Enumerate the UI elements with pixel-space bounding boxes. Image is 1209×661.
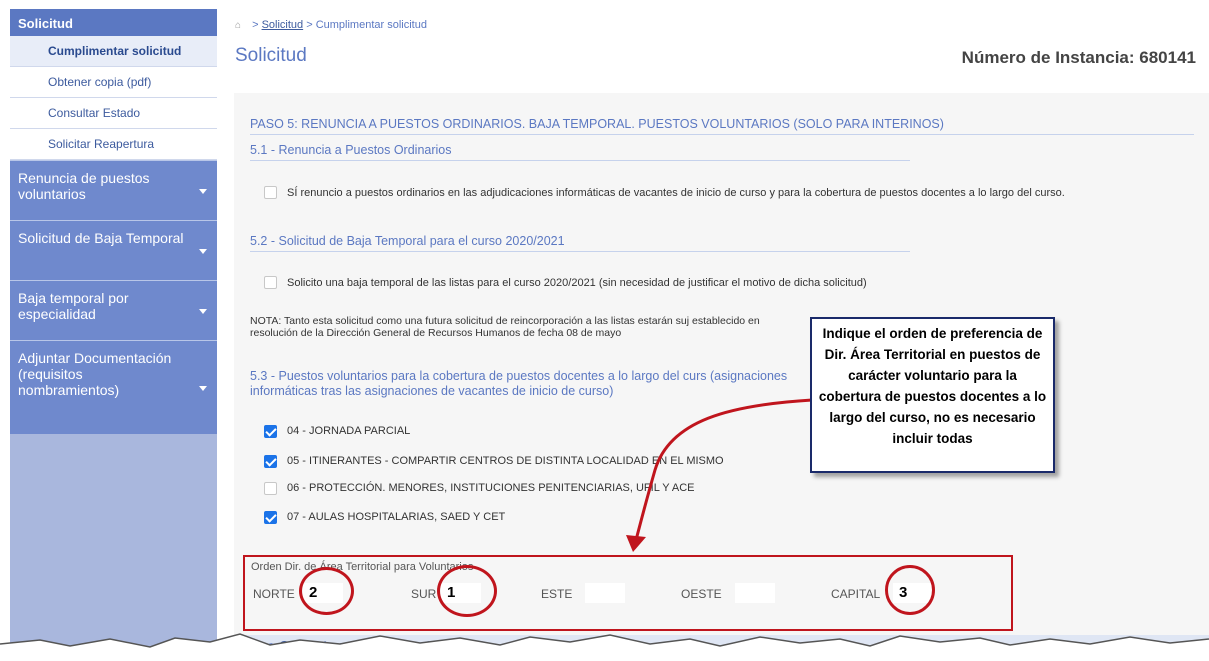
- este-input[interactable]: [585, 583, 625, 603]
- norte-label: NORTE: [253, 587, 295, 601]
- sidebar-group-label: Solicitud de Baja Temporal: [18, 230, 184, 246]
- voluntario-row-05[interactable]: 05 - ITINERANTES - COMPARTIR CENTROS DE …: [264, 455, 724, 468]
- sidebar-group-label: Adjuntar Documentación (requisitos nombr…: [18, 350, 172, 398]
- voluntario-label: 05 - ITINERANTES - COMPARTIR CENTROS DE …: [287, 455, 724, 467]
- home-icon[interactable]: ⌂: [235, 20, 245, 31]
- renuncia-label: SÍ renuncio a puestos ordinarios en las …: [287, 187, 1065, 199]
- annotation-circle: [885, 565, 935, 615]
- annotation-callout: Indique el orden de preferencia de Dir. …: [810, 317, 1055, 473]
- annotation-circle: [437, 565, 497, 617]
- este-label: ESTE: [541, 587, 573, 601]
- sidebar-group-baja-especialidad[interactable]: Baja temporal por especialidad: [10, 280, 217, 340]
- torn-edge-decoration: [0, 633, 1209, 661]
- instance-number: Número de Instancia: 680141: [961, 48, 1196, 67]
- section-5-1-title: 5.1 - Renuncia a Puestos Ordinarios: [250, 143, 910, 161]
- section-5-3-title: 5.3 - Puestos voluntarios para la cobert…: [250, 369, 788, 398]
- oeste-input[interactable]: [735, 583, 775, 603]
- voluntario-label: 06 - PROTECCIÓN. MENORES, INSTITUCIONES …: [287, 482, 695, 494]
- voluntario-checkbox[interactable]: [264, 511, 277, 524]
- sidebar-group-label: Baja temporal por especialidad: [18, 290, 129, 322]
- form-panel: PASO 5: RENUNCIA A PUESTOS ORDINARIOS. B…: [234, 93, 1209, 661]
- voluntario-checkbox[interactable]: [264, 482, 277, 495]
- renuncia-checkbox[interactable]: [264, 186, 277, 199]
- baja-label: Solicito una baja temporal de las listas…: [287, 277, 867, 289]
- chevron-down-icon: [199, 188, 207, 194]
- voluntario-checkbox[interactable]: [264, 425, 277, 438]
- orden-label: Orden Dir. de Área Territorial para Volu…: [251, 561, 474, 573]
- step-title: PASO 5: RENUNCIA A PUESTOS ORDINARIOS. B…: [250, 117, 1194, 135]
- capital-label: CAPITAL: [831, 587, 881, 601]
- sidebar-group-renuncia[interactable]: Renuncia de puestos voluntarios: [10, 160, 217, 220]
- sidebar-group-adjuntar[interactable]: Adjuntar Documentación (requisitos nombr…: [10, 340, 217, 434]
- sidebar-item-cumplimentar[interactable]: Cumplimentar solicitud: [10, 36, 217, 67]
- oeste-label: OESTE: [681, 587, 722, 601]
- sidebar-item-consultar-estado[interactable]: Consultar Estado: [10, 98, 217, 129]
- chevron-down-icon: [199, 248, 207, 254]
- chevron-down-icon: [199, 308, 207, 314]
- sidebar: Solicitud Cumplimentar solicitud Obtener…: [10, 9, 217, 661]
- sidebar-group-label: Renuncia de puestos voluntarios: [18, 170, 150, 202]
- voluntario-row-07[interactable]: 07 - AULAS HOSPITALARIAS, SAED Y CET: [264, 511, 505, 524]
- breadcrumb-separator: >: [306, 19, 313, 31]
- sidebar-group-baja-temporal[interactable]: Solicitud de Baja Temporal: [10, 220, 217, 280]
- orden-area-box: Orden Dir. de Área Territorial para Volu…: [243, 555, 1013, 631]
- section-5-2-title: 5.2 - Solicitud de Baja Temporal para el…: [250, 234, 910, 252]
- renuncia-checkbox-row[interactable]: SÍ renuncio a puestos ordinarios en las …: [264, 186, 1184, 200]
- sidebar-header[interactable]: Solicitud: [10, 9, 217, 36]
- voluntario-row-04[interactable]: 04 - JORNADA PARCIAL: [264, 425, 410, 438]
- annotation-circle: [299, 567, 354, 615]
- sidebar-item-obtener-copia[interactable]: Obtener copia (pdf): [10, 67, 217, 98]
- breadcrumb: ⌂ > Solicitud > Cumplimentar solicitud: [235, 19, 427, 31]
- voluntario-label: 07 - AULAS HOSPITALARIAS, SAED Y CET: [287, 511, 506, 523]
- sur-label: SUR: [411, 587, 437, 601]
- chevron-down-icon: [199, 385, 207, 391]
- voluntario-checkbox[interactable]: [264, 455, 277, 468]
- main-content: ⌂ > Solicitud > Cumplimentar solicitud S…: [217, 9, 1209, 661]
- breadcrumb-current: Cumplimentar solicitud: [315, 19, 427, 31]
- sidebar-item-solicitar-reapertura[interactable]: Solicitar Reapertura: [10, 129, 217, 160]
- note-text: NOTA: Tanto esta solicitud como una futu…: [250, 315, 760, 339]
- voluntario-row-06[interactable]: 06 - PROTECCIÓN. MENORES, INSTITUCIONES …: [264, 482, 694, 495]
- page-title: Solicitud: [235, 45, 307, 66]
- voluntario-label: 04 - JORNADA PARCIAL: [287, 425, 411, 437]
- breadcrumb-link-solicitud[interactable]: Solicitud: [262, 19, 304, 31]
- breadcrumb-separator: >: [252, 19, 259, 31]
- baja-checkbox-row[interactable]: Solicito una baja temporal de las listas…: [264, 276, 884, 290]
- baja-checkbox[interactable]: [264, 276, 277, 289]
